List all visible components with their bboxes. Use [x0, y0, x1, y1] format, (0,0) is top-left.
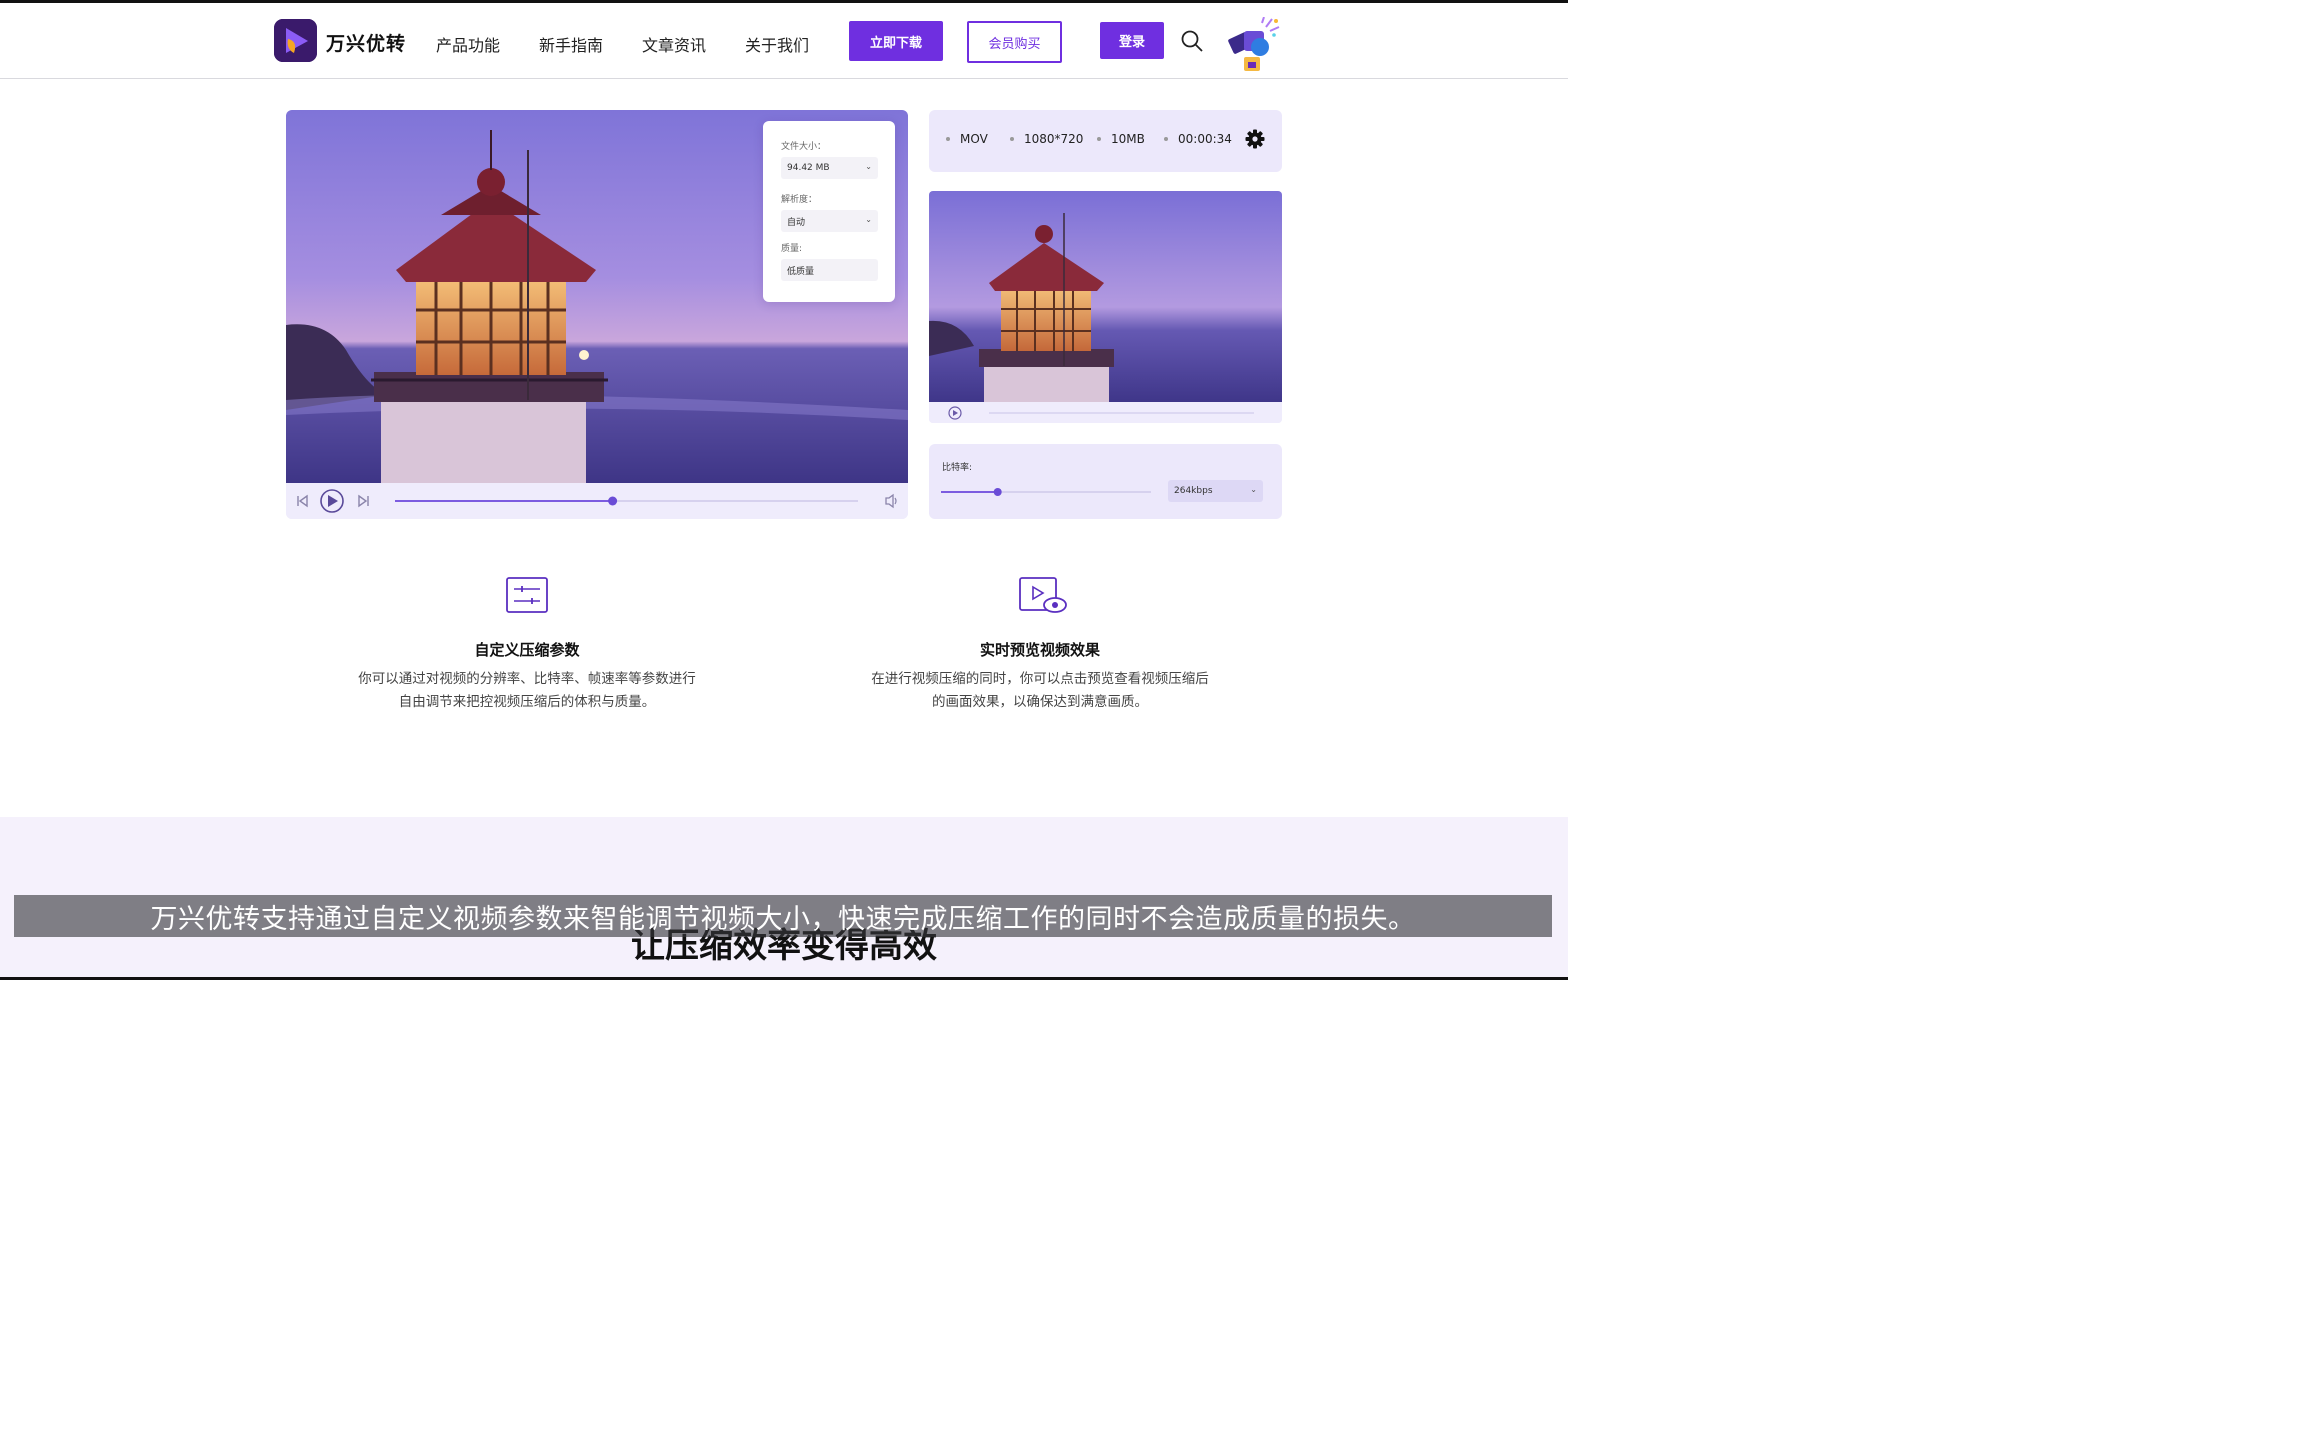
- chevron-down-icon: ⌄: [865, 215, 872, 224]
- feature-desc-line: 你可以通过对视频的分辨率、比特率、帧速率等参数进行: [358, 671, 696, 687]
- feature-title-realtime-preview: 实时预览视频效果: [979, 641, 1100, 659]
- search-icon[interactable]: [1180, 29, 1204, 53]
- quality-value: 低质量: [787, 266, 815, 277]
- brand-logo-icon[interactable]: [274, 19, 317, 62]
- resolution-select[interactable]: 自动 ⌄: [781, 210, 878, 232]
- bullet-dot: [1164, 137, 1168, 141]
- skip-back-icon[interactable]: [297, 494, 308, 508]
- feature-desc-custom-params: 你可以通过对视频的分辨率、比特率、帧速率等参数进行 自由调节来把控视频压缩后的体…: [297, 668, 757, 714]
- quality-select[interactable]: 低质量: [781, 259, 878, 281]
- preview-eye-icon: [1019, 575, 1069, 619]
- feature-title-custom-params: 自定义压缩参数: [474, 641, 580, 659]
- feature-desc-line: 自由调节来把控视频压缩后的体积与质量。: [398, 694, 656, 710]
- resolution-label: 解析度：: [781, 195, 818, 205]
- member-purchase-button[interactable]: 会员购买: [967, 21, 1062, 63]
- nav-articles[interactable]: 文章资讯: [642, 32, 706, 56]
- login-button[interactable]: 登录: [1100, 22, 1164, 59]
- feature-desc-line: 的画面效果，以确保达到满意画质。: [932, 694, 1148, 710]
- preview-video-player[interactable]: [929, 191, 1282, 423]
- bottom-border: [0, 977, 1568, 980]
- bullet-dot: [1010, 137, 1014, 141]
- resolution-value: 自动: [787, 217, 806, 228]
- feature-desc-line: 在进行视频压缩的同时，你可以点击预览查看视频压缩后: [871, 671, 1209, 687]
- volume-icon[interactable]: [885, 493, 897, 509]
- chevron-down-icon: ⌄: [865, 162, 872, 171]
- bitrate-slider[interactable]: [941, 484, 1153, 500]
- file-size-value: 94.42 MB: [787, 163, 830, 173]
- sliders-icon: [506, 577, 548, 617]
- brand-name[interactable]: 万兴优转: [326, 29, 406, 56]
- nav-about-us[interactable]: 关于我们: [745, 32, 809, 56]
- player-controls: [286, 483, 908, 519]
- size-info: 10MB: [1111, 132, 1145, 146]
- compression-settings-card: 文件大小： 94.42 MB ⌄ 解析度： 自动 ⌄ 质量: 低质量: [763, 121, 895, 302]
- gear-icon[interactable]: [1245, 129, 1265, 149]
- progress-handle[interactable]: [608, 496, 618, 506]
- site-header: 万兴优转 产品功能 新手指南 文章资讯 关于我们 立即下载 会员购买 登录: [0, 3, 1568, 79]
- chevron-down-icon: ⌄: [1250, 485, 1257, 494]
- video-info-bar: MOV 1080*720 10MB 00:00:34: [929, 110, 1282, 172]
- skip-forward-icon[interactable]: [358, 494, 369, 508]
- bullet-dot: [1097, 137, 1101, 141]
- video-caption: 万兴优转支持通过自定义视频参数来智能调节视频大小，快速完成压缩工作的同时不会造成…: [14, 895, 1552, 937]
- file-size-label: 文件大小：: [781, 142, 827, 152]
- download-button[interactable]: 立即下载: [849, 21, 943, 61]
- bitrate-select[interactable]: 264kbps ⌄: [1168, 480, 1263, 502]
- play-icon[interactable]: [320, 489, 344, 513]
- bitrate-label: 比特率:: [942, 463, 973, 473]
- nav-beginner-guide[interactable]: 新手指南: [539, 32, 603, 56]
- nav-product-features[interactable]: 产品功能: [436, 32, 500, 56]
- file-size-select[interactable]: 94.42 MB ⌄: [781, 157, 878, 179]
- quality-label: 质量:: [781, 244, 803, 254]
- feature-desc-realtime-preview: 在进行视频压缩的同时，你可以点击预览查看视频压缩后 的画面效果，以确保达到满意画…: [810, 668, 1270, 714]
- bullet-dot: [946, 137, 950, 141]
- promo-gift-icon[interactable]: [1226, 16, 1282, 75]
- resolution-info: 1080*720: [1024, 132, 1084, 146]
- bitrate-value: 264kbps: [1174, 486, 1213, 496]
- duration-info: 00:00:34: [1178, 132, 1232, 146]
- format-value: MOV: [960, 132, 988, 146]
- bitrate-panel: 比特率: 264kbps ⌄: [929, 444, 1282, 519]
